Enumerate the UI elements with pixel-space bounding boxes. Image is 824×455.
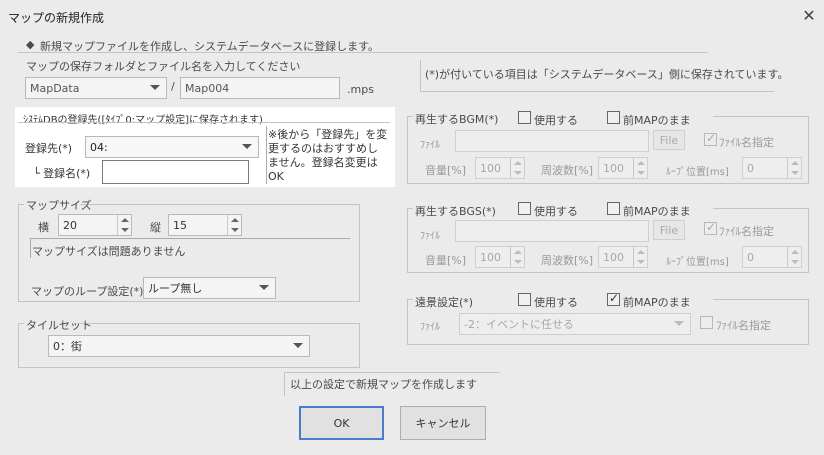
map-size-legend: マップサイズ (26, 199, 92, 212)
reg-name-input[interactable] (102, 160, 249, 184)
chevron-down-icon (293, 343, 303, 348)
bgs-file-label: ﾌｧｲﾙ (420, 231, 440, 242)
bgm-file-button[interactable]: File (653, 130, 685, 150)
chevron-down-icon (150, 85, 160, 90)
bgs-freq-spin[interactable]: 100 (598, 246, 648, 268)
info-bullet-icon: ◆ (26, 38, 35, 51)
filename-input[interactable]: Map004 (180, 77, 340, 99)
folder-select[interactable]: MapData (25, 77, 167, 99)
map-loop-select[interactable]: ループ無し (143, 277, 276, 299)
db-note-text: (*)が付いている項目は「システムデータベース」側に保存されています。 (425, 68, 789, 81)
bgm-file-label: ﾌｧｲﾙ (420, 140, 440, 151)
bgm-use-label: 使用する (534, 114, 578, 127)
panorama-keep-label: 前MAPのまま (623, 296, 691, 309)
folder-value: MapData (30, 81, 80, 95)
info-divider (18, 52, 708, 53)
bgm-loop-spin[interactable]: 0 (742, 157, 802, 179)
tileset-legend: タイルセット (26, 319, 92, 332)
title-bar (0, 0, 824, 32)
chevron-down-icon (242, 144, 252, 149)
bgm-use-checkbox[interactable] (518, 111, 531, 124)
bgm-name-spec-label: ﾌｧｲﾙ名指定 (719, 136, 774, 149)
cancel-button[interactable]: キャンセル (400, 406, 486, 440)
bgm-name-spec-checkbox[interactable] (704, 131, 717, 146)
bgs-keep-label: 前MAPのまま (623, 205, 691, 218)
bgs-volume-label: 音量[%] (425, 254, 467, 267)
footer-note: 以上の設定で新規マップを作成します (290, 378, 477, 391)
bgm-freq-spin[interactable]: 100 (598, 157, 648, 179)
tileset-select[interactable]: 0：街 (48, 335, 310, 357)
reg-name-label: └ 登録名(*) (33, 167, 91, 180)
panorama-use-label: 使用する (534, 296, 578, 309)
target-select[interactable]: 04: (85, 136, 259, 158)
target-label: 登録先(*) (25, 142, 73, 155)
panorama-use-checkbox[interactable] (518, 293, 531, 306)
bgs-use-checkbox[interactable] (518, 202, 531, 215)
bgm-volume-spin[interactable]: 100 (475, 157, 525, 179)
bgm-file-input[interactable] (455, 130, 649, 152)
map-loop-label: マップのループ設定(*) (31, 285, 144, 298)
close-icon[interactable]: ✕ (796, 4, 822, 26)
chevron-down-icon (674, 321, 684, 326)
map-width-label: 横 (38, 221, 49, 234)
bgm-freq-label: 周波数[%] (541, 164, 594, 177)
db-register-note: ※後から「登録先」を変更するのはおすすめしません。登録名変更はOK (268, 128, 388, 183)
bgm-keep-label: 前MAPのまま (623, 114, 691, 127)
bgs-name-spec-checkbox[interactable] (704, 220, 717, 235)
bgs-name-spec-label: ﾌｧｲﾙ名指定 (719, 225, 774, 238)
save-folder-legend: マップの保存フォルダとファイル名を入力してください (26, 60, 301, 73)
filename-value: Map004 (185, 81, 230, 95)
bgs-file-button[interactable]: File (653, 220, 685, 240)
path-separator: / (171, 80, 175, 93)
chevron-down-icon (259, 285, 269, 290)
bgs-freq-label: 周波数[%] (541, 254, 594, 267)
map-size-note: マップサイズは問題ありません (32, 245, 186, 258)
window-title: マップの新規作成 (8, 11, 105, 25)
bgs-keep-checkbox[interactable] (607, 202, 620, 215)
bgm-volume-label: 音量[%] (425, 164, 467, 177)
db-register-legend: ｼｽﾃﾑDBの登録先([ﾀｲﾌﾟ0:マップ設定]に保存されます) (23, 115, 263, 126)
bgs-use-label: 使用する (534, 205, 578, 218)
panorama-file-select[interactable]: -2：イベントに任せる (459, 313, 691, 335)
bgm-keep-checkbox[interactable] (607, 111, 620, 124)
bgs-loop-spin[interactable]: 0 (742, 246, 802, 268)
map-height-spin[interactable]: 15 (168, 214, 242, 236)
panorama-name-spec-label: ﾌｧｲﾙ名指定 (716, 319, 771, 332)
db-register-divider (18, 122, 390, 123)
bgs-legend: 再生するBGS(*) (415, 205, 496, 218)
target-value: 04: (90, 140, 108, 154)
file-extension: .mps (347, 83, 374, 96)
panorama-keep-checkbox[interactable] (607, 291, 620, 306)
ok-button[interactable]: OK (299, 406, 384, 440)
bgs-file-input[interactable] (455, 220, 649, 242)
panorama-legend: 遠景設定(*) (415, 296, 474, 309)
panorama-name-spec-checkbox[interactable] (700, 316, 713, 329)
bgm-legend: 再生するBGM(*) (415, 113, 499, 126)
bgs-volume-spin[interactable]: 100 (475, 246, 525, 268)
bgm-loop-label: ﾙｰﾌﾟ位置[ms] (666, 167, 729, 178)
bgs-loop-label: ﾙｰﾌﾟ位置[ms] (666, 257, 729, 268)
map-height-label: 縦 (150, 221, 161, 234)
map-width-spin[interactable]: 20 (58, 214, 132, 236)
panorama-file-label: ﾌｧｲﾙ (420, 322, 440, 333)
